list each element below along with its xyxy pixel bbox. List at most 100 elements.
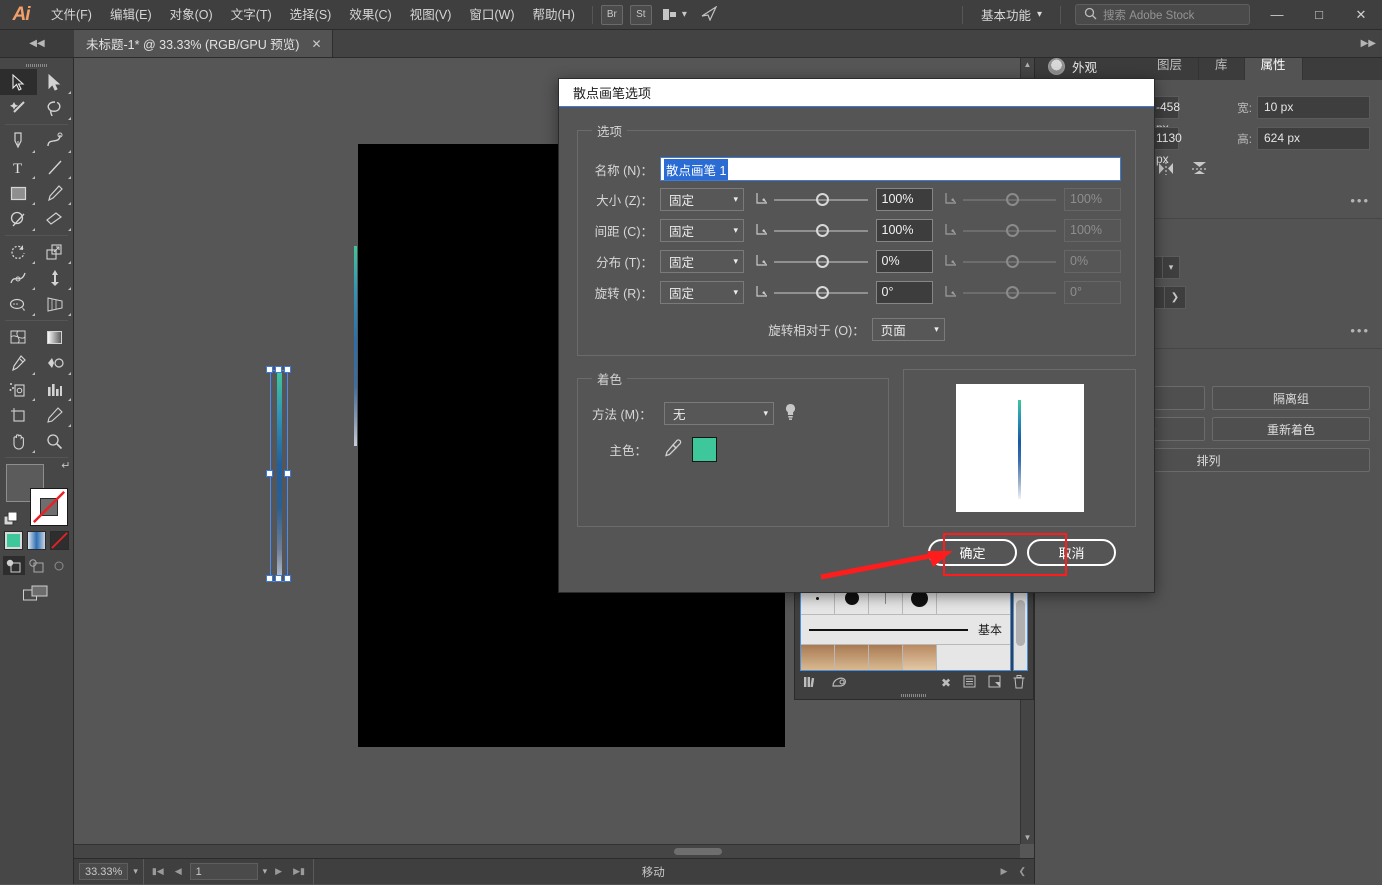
libraries-panel-icon[interactable] [831,675,848,692]
rotation-mode-select[interactable]: 固定 ▾ [660,281,744,304]
gradient-tool[interactable] [37,324,74,350]
menu-view[interactable]: 视图(V) [401,0,461,30]
line-segment-tool[interactable] [37,154,74,180]
slice-tool[interactable] [37,402,74,428]
eraser-tool[interactable] [37,206,74,232]
artboard-tool[interactable] [0,402,37,428]
window-maximize-button[interactable]: □ [1298,0,1340,30]
brush-item[interactable] [835,645,869,670]
menu-file[interactable]: 文件(F) [42,0,101,30]
selection-handle[interactable] [284,470,291,477]
spacing-variation-slider[interactable] [933,223,1065,239]
zoom-value[interactable]: 33.33% [79,863,129,880]
delete-brush-icon[interactable] [1013,674,1025,692]
slider-track[interactable] [774,192,868,207]
slider-track[interactable] [774,254,868,269]
eyedropper-tool[interactable] [0,350,37,376]
search-adobe-stock[interactable]: 搜索 Adobe Stock [1075,4,1250,25]
chevron-down-icon[interactable]: ▾ [133,866,138,877]
play-icon[interactable]: ▶ [998,866,1011,877]
default-fill-stroke-icon[interactable] [3,511,20,528]
chevron-down-icon[interactable]: ▾ [263,866,268,877]
scatter-variation-slider[interactable] [933,254,1065,270]
scrollbar-thumb[interactable] [674,848,722,855]
slider-track[interactable] [962,192,1056,207]
collapse-panels-icon[interactable]: ▶▶ [1361,38,1376,49]
rotation-variation-slider[interactable] [933,285,1065,301]
menu-help[interactable]: 帮助(H) [524,0,584,30]
selection-handle[interactable] [266,575,273,582]
artwork-stroke-unselected[interactable] [354,246,357,446]
brush-item[interactable] [903,645,937,670]
size-slider[interactable] [744,192,876,208]
slider-track[interactable] [774,285,868,300]
brush-item[interactable] [869,645,903,670]
slider-knob[interactable] [1005,285,1019,299]
shaper-tool[interactable] [0,206,37,232]
eyedropper-icon[interactable] [664,439,682,460]
arrange-documents-button[interactable]: ▾ [659,9,691,20]
spacing-slider[interactable] [744,223,876,239]
brushes-panel[interactable]: 基本 ✖ [794,575,1034,700]
selection-handle[interactable] [275,575,282,582]
rotation-relative-select[interactable]: 页面 ▾ [871,318,945,341]
gradient-button[interactable] [27,531,46,550]
size-variation-slider[interactable] [933,192,1065,208]
selection-handle[interactable] [275,366,282,373]
isolate-group-button[interactable]: 隔离组 [1212,386,1370,410]
slider-knob[interactable] [816,192,830,206]
brushes-list[interactable]: 基本 [800,581,1011,671]
status-menu[interactable]: ▶ ❮ [993,859,1034,885]
stroke-swatch[interactable] [29,488,68,526]
fill-stroke-controls[interactable]: ↵ [3,460,71,528]
canvas-scrollbar-horizontal[interactable] [74,844,1020,858]
direct-selection-tool[interactable] [37,69,74,95]
page-navigation[interactable]: ▮◀ ◀ 1 ▾ ▶ ▶▮ [144,858,314,885]
rectangle-tool[interactable] [0,180,37,206]
zoom-tool[interactable] [37,428,74,454]
free-transform-tool[interactable] [37,265,74,291]
slider-track[interactable] [774,223,868,238]
menu-select[interactable]: 选择(S) [281,0,341,30]
brushes-panel-grip[interactable] [795,692,1033,699]
scroll-up-icon[interactable]: ▲ [1021,60,1034,69]
menu-type[interactable]: 文字(T) [222,0,281,30]
type-tool[interactable]: T [0,154,37,180]
shape-builder-tool[interactable] [0,291,37,317]
panel-collapse-left-icon[interactable]: ◀◀ [0,30,74,57]
slider-track[interactable] [962,223,1056,238]
width-field[interactable]: 10 px [1257,96,1370,119]
flip-horizontal-icon[interactable] [1157,161,1175,179]
hand-tool[interactable] [0,428,37,454]
window-close-button[interactable]: ✕ [1340,0,1382,30]
scale-tool[interactable] [37,239,74,265]
page-number-value[interactable]: 1 [189,863,258,880]
color-swatch-button[interactable] [4,531,23,550]
brush-libraries-icon[interactable] [803,675,819,692]
rotation-slider[interactable] [744,285,876,301]
magic-wand-tool[interactable] [0,95,37,121]
chevron-down-icon[interactable]: ▾ [1162,257,1179,278]
tabbar-right-arrows[interactable]: ▶▶ [1361,30,1382,57]
draw-behind-button[interactable] [26,556,48,575]
rotate-tool[interactable] [0,239,37,265]
pen-tool[interactable] [0,128,37,154]
close-icon[interactable]: ✕ [311,37,321,51]
toolbar-grip[interactable] [0,62,73,69]
screen-mode-button[interactable] [0,585,73,601]
slider-knob[interactable] [1005,223,1019,237]
brushes-row-basic[interactable]: 基本 [801,615,1010,645]
width-tool[interactable] [0,265,37,291]
prev-page-icon[interactable]: ◀ [172,866,185,877]
ok-button[interactable]: 确定 [928,539,1017,566]
brushes-row-pattern[interactable] [801,645,1010,670]
size-mode-select[interactable]: 固定 ▾ [660,188,744,211]
chevron-right-icon[interactable]: ❯ [1165,286,1186,309]
last-page-icon[interactable]: ▶▮ [290,866,308,877]
size-variation-input[interactable]: 100% [1064,188,1121,211]
symbol-sprayer-tool[interactable] [0,376,37,402]
selection-handle[interactable] [284,575,291,582]
tips-bulb-icon[interactable] [784,403,797,424]
workspace-switcher[interactable]: 基本功能 ▾ [971,5,1052,24]
selection-tool[interactable] [0,69,37,95]
